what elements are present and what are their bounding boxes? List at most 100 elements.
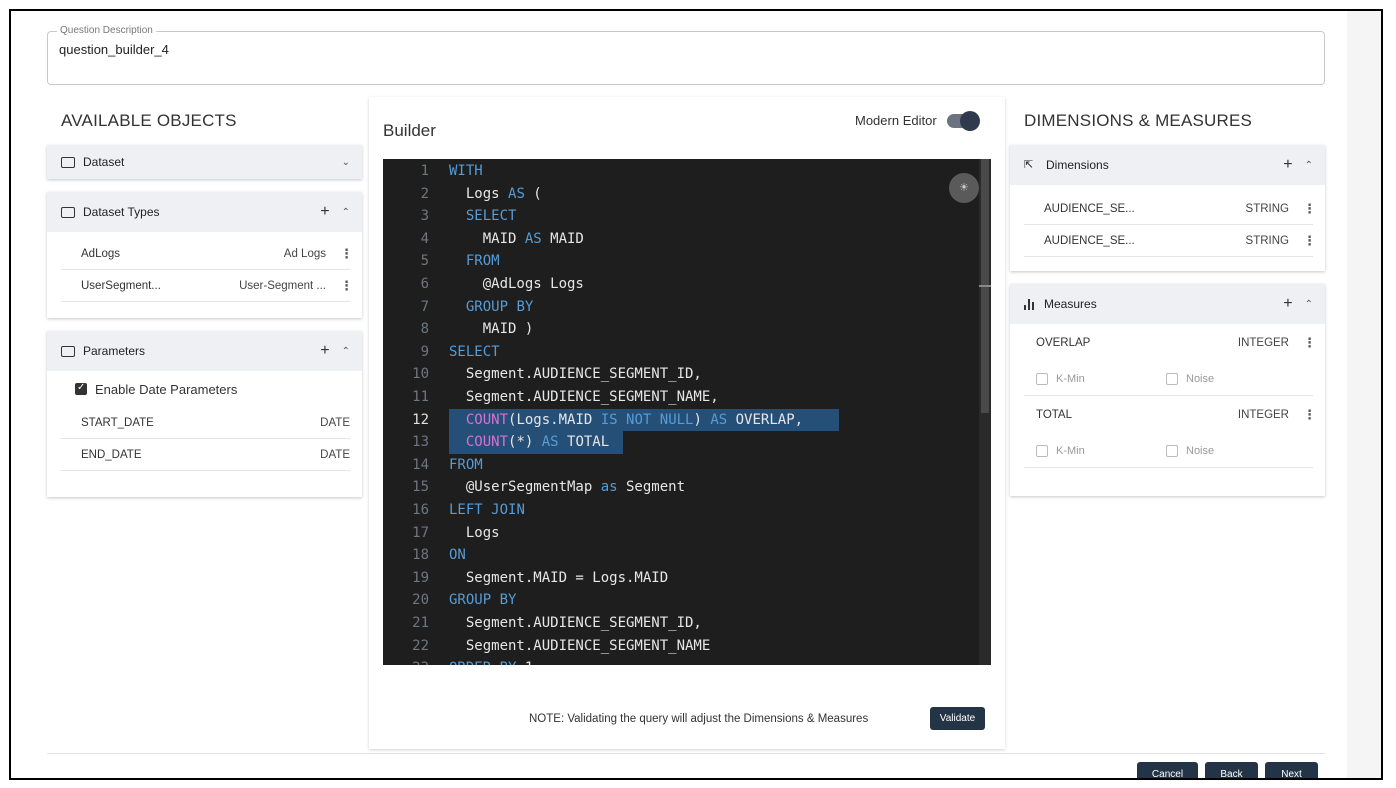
noise-checkbox[interactable]	[1166, 444, 1178, 457]
folder-icon	[61, 206, 75, 218]
code-line[interactable]: 1 WITH	[383, 160, 991, 183]
dataset-type-row[interactable]: UserSegment... User-Segment ... ⋮	[61, 270, 353, 302]
chevron-up-icon[interactable]: ⌃	[342, 207, 350, 218]
code-text[interactable]: FROM	[449, 454, 483, 477]
dataset-header[interactable]: Dataset ⌄	[47, 145, 362, 179]
code-text[interactable]: Logs	[449, 522, 500, 545]
code-line[interactable]: 10 Segment.AUDIENCE_SEGMENT_ID,	[383, 363, 991, 386]
code-line[interactable]: 22 Segment.AUDIENCE_SEGMENT_NAME	[383, 635, 991, 658]
code-text[interactable]: LEFT JOIN	[449, 499, 525, 522]
more-vert-icon[interactable]: ⋮	[1303, 335, 1316, 351]
chevron-up-icon[interactable]: ⌃	[1305, 299, 1313, 310]
more-vert-icon[interactable]: ⋮	[340, 278, 353, 294]
next-button[interactable]: Next	[1265, 762, 1318, 778]
line-number: 20	[412, 592, 429, 609]
more-vert-icon[interactable]: ⋮	[1303, 233, 1316, 249]
more-vert-icon[interactable]: ⋮	[1303, 407, 1316, 423]
code-text[interactable]: FROM	[449, 250, 500, 273]
code-text[interactable]: Segment.AUDIENCE_SEGMENT_ID,	[449, 363, 702, 386]
add-icon[interactable]: +	[1283, 156, 1292, 174]
code-text[interactable]: Segment.AUDIENCE_SEGMENT_NAME,	[449, 386, 719, 409]
question-description-field[interactable]: Question Description question_builder_4	[47, 25, 1325, 85]
code-text[interactable]: MAID AS MAID	[449, 228, 584, 251]
code-text[interactable]: ON	[449, 544, 466, 567]
code-text[interactable]: COUNT(Logs.MAID IS NOT NULL) AS OVERLAP,	[449, 409, 803, 432]
code-line[interactable]: 21 Segment.AUDIENCE_SEGMENT_ID,	[383, 612, 991, 635]
code-line[interactable]: 20 GROUP BY	[383, 589, 991, 612]
code-text[interactable]: WITH	[449, 160, 483, 183]
measure-row[interactable]: TOTAL INTEGER ⋮	[1024, 396, 1316, 434]
code-text[interactable]: Segment.MAID = Logs.MAID	[449, 567, 668, 590]
theme-toggle-icon[interactable]: ☀	[949, 173, 979, 203]
code-line[interactable]: 19 Segment.MAID = Logs.MAID	[383, 567, 991, 590]
dataset-type-name: AdLogs	[81, 247, 121, 260]
measure-name: OVERLAP	[1036, 337, 1091, 349]
page-gutter	[1347, 11, 1381, 778]
code-line[interactable]: 9 SELECT	[383, 341, 991, 364]
modern-editor-toggle[interactable]	[946, 110, 980, 131]
kmin-checkbox[interactable]	[1036, 444, 1048, 457]
question-description-value[interactable]: question_builder_4	[59, 42, 169, 57]
code-line[interactable]: 5 FROM	[383, 250, 991, 273]
more-vert-icon[interactable]: ⋮	[1303, 201, 1316, 217]
kmin-checkbox[interactable]	[1036, 372, 1048, 385]
code-text[interactable]: Segment.AUDIENCE_SEGMENT_ID,	[449, 612, 702, 635]
code-text[interactable]: @UserSegmentMap as Segment	[449, 476, 685, 499]
validate-button[interactable]: Validate	[930, 707, 985, 730]
add-icon[interactable]: +	[320, 342, 329, 360]
code-line[interactable]: 13 COUNT(*) AS TOTAL	[383, 431, 991, 454]
code-line[interactable]: 11 Segment.AUDIENCE_SEGMENT_NAME,	[383, 386, 991, 409]
code-line[interactable]: 6 @AdLogs Logs	[383, 273, 991, 296]
cancel-button[interactable]: Cancel	[1137, 762, 1198, 778]
line-number: 2	[420, 185, 429, 202]
line-number: 13	[412, 434, 429, 451]
folder-icon	[61, 156, 75, 168]
measure-options: K-Min Noise	[1024, 362, 1313, 396]
measure-row[interactable]: OVERLAP INTEGER ⋮	[1024, 324, 1316, 362]
dimension-type: STRING	[1245, 202, 1289, 215]
dataset-type-value: Ad Logs	[283, 247, 326, 260]
code-text[interactable]: GROUP BY	[449, 589, 516, 612]
code-line[interactable]: 23 ORDER BY 1	[383, 657, 991, 665]
dimension-row[interactable]: AUDIENCE_SE... STRING ⋮	[1024, 193, 1316, 225]
code-line[interactable]: 14 FROM	[383, 454, 991, 477]
code-line[interactable]: 15 @UserSegmentMap as Segment	[383, 476, 991, 499]
chevron-up-icon[interactable]: ⌃	[1305, 160, 1313, 171]
measures-label: Measures	[1044, 297, 1097, 311]
code-text[interactable]: MAID )	[449, 318, 534, 341]
add-icon[interactable]: +	[320, 203, 329, 221]
parameter-row[interactable]: START_DATE DATE	[61, 407, 350, 439]
back-button[interactable]: Back	[1205, 762, 1258, 778]
chevron-down-icon[interactable]: ⌄	[342, 157, 350, 168]
dataset-type-row[interactable]: AdLogs Ad Logs ⋮	[61, 238, 353, 270]
enable-date-parameters-checkbox[interactable]	[75, 382, 87, 395]
code-line[interactable]: 12 COUNT(Logs.MAID IS NOT NULL) AS OVERL…	[383, 408, 991, 432]
code-line[interactable]: 3 SELECT	[383, 205, 991, 228]
code-line[interactable]: 4 MAID AS MAID	[383, 228, 991, 251]
code-line[interactable]: 17 Logs	[383, 522, 991, 545]
dimension-row[interactable]: AUDIENCE_SE... STRING ⋮	[1024, 225, 1316, 257]
sql-code-editor[interactable]: 1 WITH 2 Logs AS (3 SELECT 4 MAID AS MAID 5 …	[383, 159, 991, 665]
parameter-name: START_DATE	[81, 416, 154, 429]
code-line[interactable]: 7 GROUP BY	[383, 296, 991, 319]
line-number: 1	[420, 163, 429, 179]
code-text[interactable]: Segment.AUDIENCE_SEGMENT_NAME	[449, 635, 710, 658]
code-line[interactable]: 18 ON	[383, 544, 991, 567]
code-line[interactable]: 16 LEFT JOIN	[383, 499, 991, 522]
noise-checkbox[interactable]	[1166, 372, 1178, 385]
parameter-row[interactable]: END_DATE DATE	[61, 439, 350, 471]
add-icon[interactable]: +	[1283, 295, 1292, 313]
more-vert-icon[interactable]: ⋮	[340, 246, 353, 262]
code-text[interactable]: GROUP BY	[449, 296, 533, 319]
code-text[interactable]: Logs AS (	[449, 183, 542, 206]
code-line[interactable]: 2 Logs AS (	[383, 183, 991, 206]
chevron-up-icon[interactable]: ⌃	[342, 346, 350, 357]
enable-date-parameters-label: Enable Date Parameters	[95, 381, 238, 397]
code-text[interactable]: SELECT	[449, 341, 500, 364]
code-text[interactable]: COUNT(*) AS TOTAL	[449, 431, 609, 454]
code-text[interactable]: @AdLogs Logs	[449, 273, 584, 296]
enable-date-parameters[interactable]: Enable Date Parameters	[47, 371, 362, 407]
code-text[interactable]: ORDER BY 1	[449, 657, 533, 665]
code-text[interactable]: SELECT	[449, 205, 517, 228]
code-line[interactable]: 8 MAID )	[383, 318, 991, 341]
